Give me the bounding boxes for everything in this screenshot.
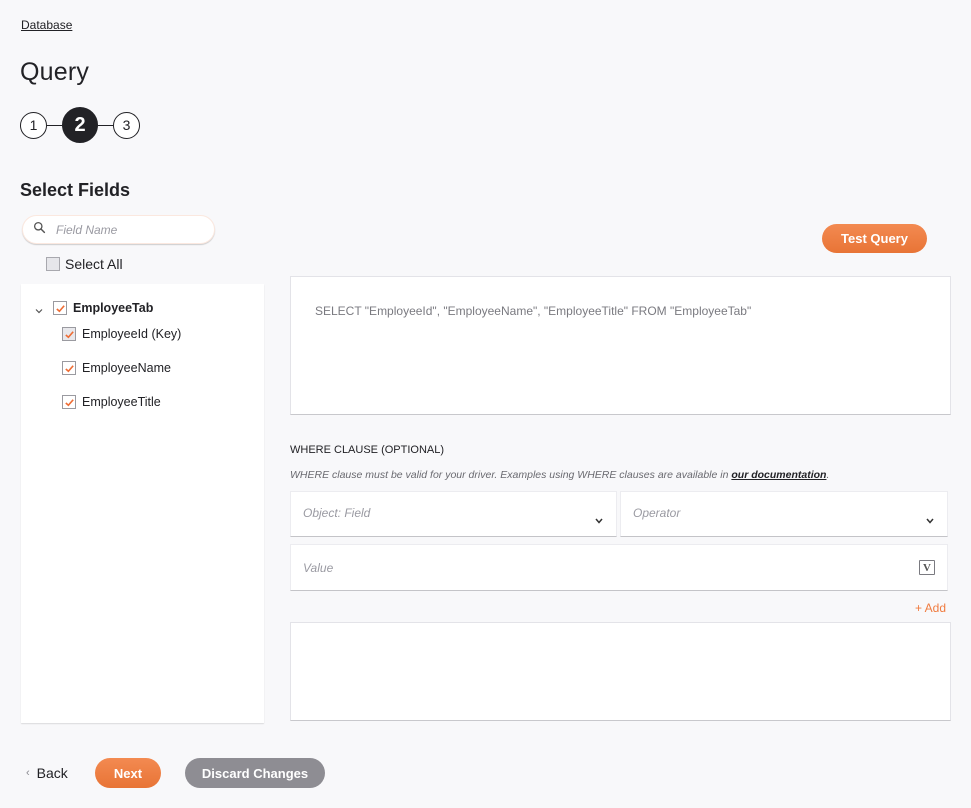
tree-node-field[interactable]: EmployeeId (Key) xyxy=(62,327,181,341)
variable-icon[interactable]: V xyxy=(919,560,935,575)
table-label: EmployeeTab xyxy=(73,301,154,315)
step-connector xyxy=(47,124,62,126)
select-fields-title: Select Fields xyxy=(20,180,131,200)
step-2-active[interactable]: 2 xyxy=(62,107,98,143)
tree-node-field[interactable]: EmployeeName xyxy=(62,361,171,375)
test-query-button[interactable]: Test Query xyxy=(822,224,927,253)
add-condition-link[interactable]: + Add xyxy=(915,601,946,615)
field-tree-panel: EmployeeTab EmployeeId (Key) EmployeeNam… xyxy=(21,284,264,723)
field-label: EmployeeTitle xyxy=(82,395,161,409)
stepper: 1 2 3 xyxy=(20,107,140,143)
select-all-checkbox[interactable] xyxy=(46,257,60,271)
chevron-down-icon xyxy=(925,513,935,524)
where-clause-list[interactable] xyxy=(290,622,951,721)
chevron-left-icon: ‹ xyxy=(26,767,30,779)
where-clause-help: WHERE clause must be valid for your driv… xyxy=(290,469,829,481)
operator-placeholder: Operator xyxy=(633,506,681,520)
page-title: Query xyxy=(20,58,90,86)
search-icon xyxy=(33,221,46,239)
value-placeholder: Value xyxy=(303,560,334,575)
field-label: EmployeeId (Key) xyxy=(82,327,182,341)
step-connector xyxy=(98,124,113,126)
field-search-input[interactable] xyxy=(56,222,196,237)
next-button[interactable]: Next xyxy=(95,758,161,788)
tree-node-field[interactable]: EmployeeTitle xyxy=(62,395,161,409)
select-all[interactable]: Select All xyxy=(46,256,123,272)
documentation-link[interactable]: our documentation xyxy=(731,469,826,481)
where-help-suffix: . xyxy=(826,469,830,481)
chevron-down-icon xyxy=(594,513,604,524)
object-field-placeholder: Object: Field xyxy=(303,506,371,520)
value-input[interactable]: Value V xyxy=(290,544,948,591)
breadcrumb-database[interactable]: Database xyxy=(21,18,72,32)
back-button[interactable]: ‹ Back xyxy=(26,765,68,781)
operator-dropdown[interactable]: Operator xyxy=(620,491,948,537)
select-all-label: Select All xyxy=(65,256,123,272)
where-help-text: WHERE clause must be valid for your driv… xyxy=(290,469,732,481)
discard-changes-button[interactable]: Discard Changes xyxy=(185,758,325,788)
step-3[interactable]: 3 xyxy=(113,111,140,139)
table-checkbox[interactable] xyxy=(53,301,67,315)
tree-node-table[interactable]: EmployeeTab xyxy=(34,301,153,315)
field-checkbox[interactable] xyxy=(62,361,76,375)
sql-query-editor[interactable]: SELECT "EmployeeId", "EmployeeName", "Em… xyxy=(290,276,951,415)
where-clause-heading: WHERE CLAUSE (OPTIONAL) xyxy=(290,444,445,456)
object-field-dropdown[interactable]: Object: Field xyxy=(290,491,617,537)
field-checkbox-key[interactable] xyxy=(62,327,76,341)
field-checkbox[interactable] xyxy=(62,395,76,409)
step-1[interactable]: 1 xyxy=(20,111,47,139)
back-label: Back xyxy=(36,765,68,781)
field-search[interactable] xyxy=(22,215,215,244)
field-label: EmployeeName xyxy=(82,361,171,375)
chevron-down-icon[interactable] xyxy=(34,303,44,314)
